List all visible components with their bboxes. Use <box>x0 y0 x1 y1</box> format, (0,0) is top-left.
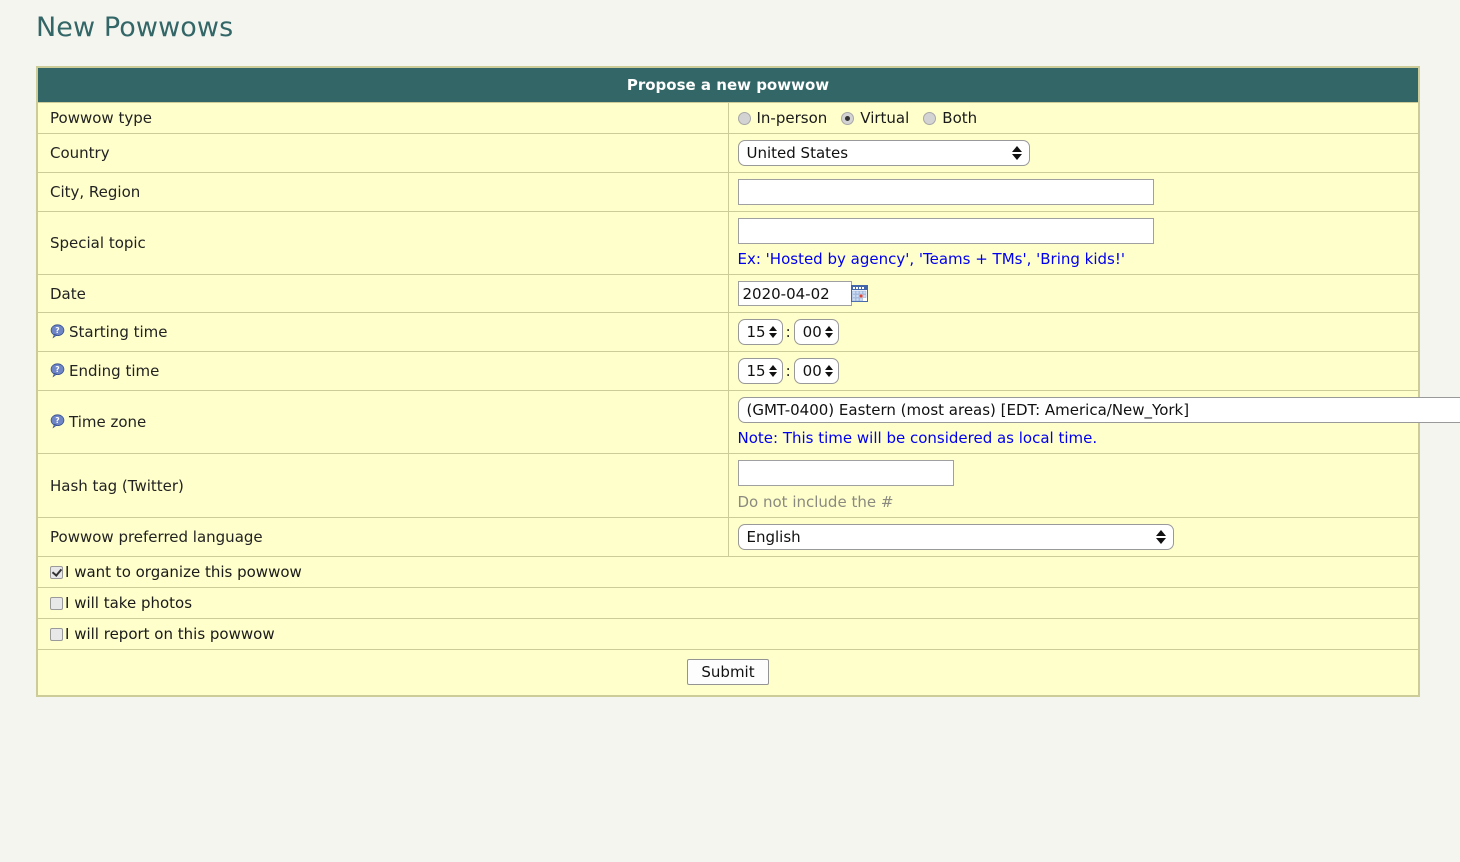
page-title: New Powwows <box>36 12 234 43</box>
row-language: Powwow preferred language English <box>36 517 1420 557</box>
field-city-region <box>727 172 1420 212</box>
special-topic-hint: Ex: 'Hosted by agency', 'Teams + TMs', '… <box>737 250 1126 268</box>
ending-hour-stepper[interactable]: 15 <box>737 358 783 384</box>
label-powwow-type: Powwow type <box>36 102 729 134</box>
row-special-topic: Special topic Ex: 'Hosted by agency', 'T… <box>36 211 1420 275</box>
radio-virtual-label[interactable]: Virtual <box>860 109 909 127</box>
field-hash-tag: Do not include the # <box>727 453 1420 518</box>
time-zone-select-wrapper[interactable]: (GMT-0400) Eastern (most areas) [EDT: Am… <box>737 397 1460 423</box>
label-city-region: City, Region <box>36 172 729 212</box>
field-starting-time: 15 : 00 <box>727 312 1420 352</box>
label-language: Powwow preferred language <box>36 517 729 557</box>
label-ending-time: ? Ending time <box>36 351 729 391</box>
row-organize-checkbox: I want to organize this powwow <box>36 556 1420 588</box>
checkbox-row[interactable]: I will report on this powwow <box>50 625 1418 643</box>
ending-time-separator: : <box>785 362 791 380</box>
svg-text:?: ? <box>55 365 59 374</box>
row-photos-checkbox: I will take photos <box>36 587 1420 619</box>
starting-hour-stepper[interactable]: 15 <box>737 319 783 345</box>
help-question-icon[interactable]: ? <box>50 363 65 378</box>
cell-photos-checkbox: I will take photos <box>36 587 1420 619</box>
field-date <box>727 274 1420 313</box>
country-select[interactable]: United States <box>737 140 1030 166</box>
svg-text:?: ? <box>55 416 59 425</box>
row-report-checkbox: I will report on this powwow <box>36 618 1420 650</box>
row-date: Date <box>36 274 1420 313</box>
row-country: Country United States <box>36 133 1420 173</box>
field-powwow-type: In-person Virtual Both <box>727 102 1420 134</box>
checkbox-row[interactable]: I want to organize this powwow <box>50 563 1418 581</box>
checkbox-report[interactable] <box>50 627 63 641</box>
language-select[interactable]: English <box>737 524 1174 550</box>
starting-time-separator: : <box>785 323 791 341</box>
cell-submit: Submit <box>36 649 1420 697</box>
ending-minute-stepper[interactable]: 00 <box>793 358 839 384</box>
city-region-input[interactable] <box>737 179 1154 205</box>
label-starting-time-text: Starting time <box>69 323 168 341</box>
label-time-zone: ? Time zone <box>36 390 729 454</box>
starting-minute-stepper[interactable]: 00 <box>793 319 839 345</box>
radio-virtual[interactable] <box>841 111 855 125</box>
ending-time-controls: 15 : 00 <box>737 358 1419 384</box>
row-powwow-type: Powwow type In-person Virtual Both <box>36 102 1420 134</box>
field-special-topic: Ex: 'Hosted by agency', 'Teams + TMs', '… <box>727 211 1420 275</box>
chevron-updown-icon <box>768 365 777 377</box>
radio-both-label[interactable]: Both <box>942 109 977 127</box>
label-date: Date <box>36 274 729 313</box>
time-zone-note: Note: This time will be considered as lo… <box>737 429 1098 447</box>
svg-text:?: ? <box>55 326 59 335</box>
checkbox-report-label[interactable]: I will report on this powwow <box>65 625 275 643</box>
starting-time-controls: 15 : 00 <box>737 319 1419 345</box>
checkbox-organize-label[interactable]: I want to organize this powwow <box>65 563 302 581</box>
row-time-zone: ? Time zone (GMT-0400) Eastern (most area… <box>36 390 1460 454</box>
chevron-updown-icon <box>768 326 777 338</box>
field-time-zone: (GMT-0400) Eastern (most areas) [EDT: Am… <box>727 390 1460 454</box>
help-question-icon[interactable]: ? <box>50 414 65 429</box>
starting-minute-value: 00 <box>802 323 822 341</box>
ending-minute-value: 00 <box>802 362 822 380</box>
radio-both[interactable] <box>923 111 937 125</box>
radio-in-person-label[interactable]: In-person <box>757 109 828 127</box>
powwow-form-table: Propose a new powwow Powwow type In-pers… <box>36 66 1460 697</box>
starting-hour-value: 15 <box>746 323 766 341</box>
cell-organize-checkbox: I want to organize this powwow <box>36 556 1420 588</box>
checkbox-photos[interactable] <box>50 596 63 610</box>
submit-button[interactable]: Submit <box>687 659 769 685</box>
powwow-type-radio-group: In-person Virtual Both <box>737 109 1419 127</box>
language-select-wrapper[interactable]: English <box>737 524 1174 550</box>
table-header-row: Propose a new powwow <box>36 66 1420 103</box>
hash-tag-input[interactable] <box>737 460 954 486</box>
row-city-region: City, Region <box>36 172 1420 212</box>
special-topic-input[interactable] <box>737 218 1154 244</box>
label-special-topic: Special topic <box>36 211 729 275</box>
row-ending-time: ? Ending time 15 : 00 <box>36 351 1420 391</box>
row-starting-time: ? Starting time 15 : 00 <box>36 312 1420 352</box>
help-question-icon[interactable]: ? <box>50 324 65 339</box>
checkbox-row[interactable]: I will take photos <box>50 594 1418 612</box>
label-starting-time: ? Starting time <box>36 312 729 352</box>
field-country: United States <box>727 133 1420 173</box>
radio-in-person[interactable] <box>737 111 751 125</box>
hash-tag-hint: Do not include the # <box>737 493 894 511</box>
checkbox-organize[interactable] <box>50 565 63 579</box>
date-input[interactable] <box>737 281 852 306</box>
time-zone-select[interactable]: (GMT-0400) Eastern (most areas) [EDT: Am… <box>737 397 1460 423</box>
propose-powwow-form: Propose a new powwow Powwow type In-pers… <box>0 43 1460 697</box>
row-submit: Submit <box>36 649 1420 697</box>
form-header-title: Propose a new powwow <box>36 66 1420 103</box>
ending-hour-value: 15 <box>746 362 766 380</box>
label-hash-tag: Hash tag (Twitter) <box>36 453 729 518</box>
row-hash-tag: Hash tag (Twitter) Do not include the # <box>36 453 1420 518</box>
checkbox-photos-label[interactable]: I will take photos <box>65 594 192 612</box>
calendar-icon[interactable] <box>850 284 868 306</box>
cell-report-checkbox: I will report on this powwow <box>36 618 1420 650</box>
label-country: Country <box>36 133 729 173</box>
field-language: English <box>727 517 1420 557</box>
field-ending-time: 15 : 00 <box>727 351 1420 391</box>
chevron-updown-icon <box>824 326 833 338</box>
label-time-zone-text: Time zone <box>69 413 147 431</box>
chevron-updown-icon <box>824 365 833 377</box>
country-select-wrapper[interactable]: United States <box>737 140 1030 166</box>
label-ending-time-text: Ending time <box>69 362 160 380</box>
